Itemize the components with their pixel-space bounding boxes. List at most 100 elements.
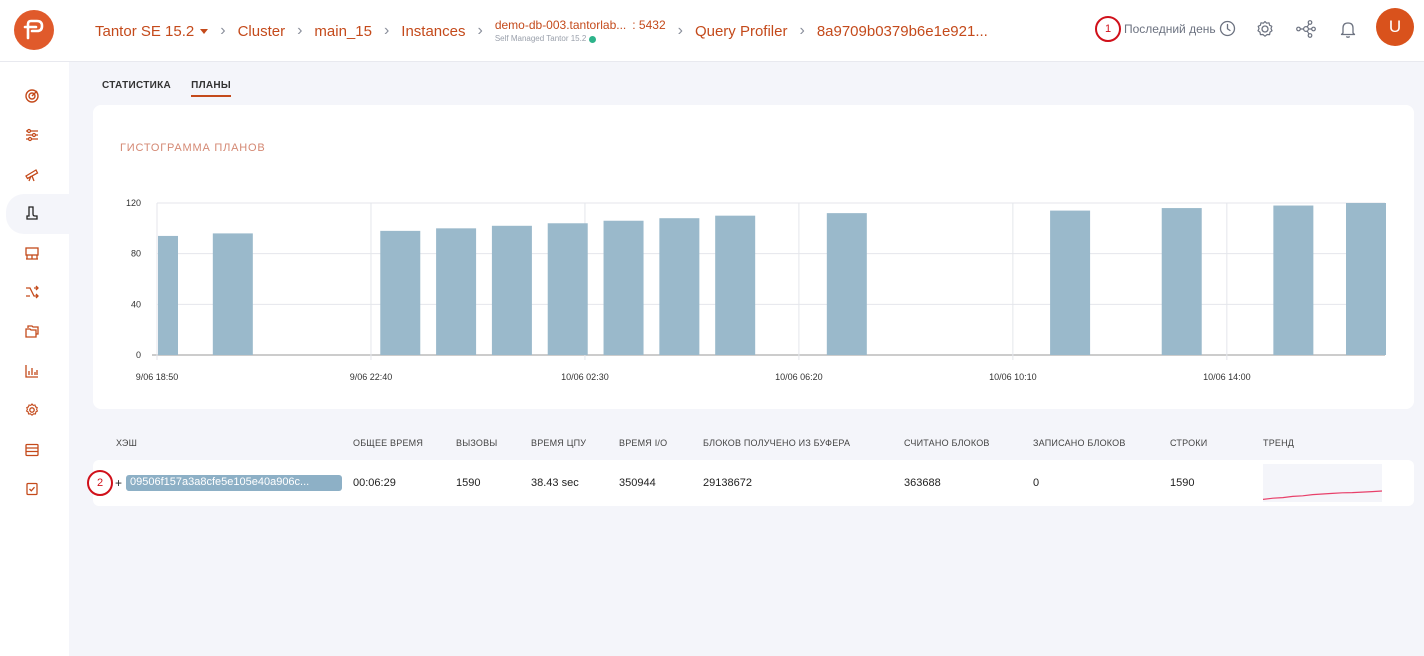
column-header-cpu-time[interactable]: ВРЕМЯ ЦПУ (531, 438, 586, 448)
tab-bar: СТАТИСТИКА ПЛАНЫ (102, 80, 232, 97)
annotation-marker-1: 1 (1095, 16, 1121, 42)
checklist-icon (26, 482, 38, 496)
x-tick-label: 10/06 06:20 (775, 372, 823, 382)
chevron-right-icon: › (677, 22, 683, 39)
breadcrumb-query-id: 8a9709b0379b6e1e921... (816, 22, 988, 40)
tab-statistics[interactable]: СТАТИСТИКА (102, 80, 171, 97)
chevron-right-icon: › (477, 22, 483, 39)
cell-blocks-read: 363688 (904, 477, 941, 489)
column-header-total-time[interactable]: ОБЩЕЕ ВРЕМЯ (353, 438, 423, 448)
column-header-buffer-hits[interactable]: БЛОКОВ ПОЛУЧЕНО ИЗ БУФЕРА (703, 438, 850, 448)
chevron-right-icon: › (383, 22, 390, 39)
cell-calls: 1590 (456, 477, 481, 489)
sidebar-item-analytics[interactable] (18, 357, 46, 385)
sidebar-item-config[interactable] (18, 396, 46, 424)
column-header-calls[interactable]: ВЫЗОВЫ (456, 438, 497, 448)
instance-port: : 5432 (632, 18, 666, 32)
sliders-icon (26, 128, 38, 142)
cell-rows: 1590 (1170, 477, 1195, 489)
sidebar (0, 62, 69, 656)
chevron-right-icon: › (297, 22, 303, 39)
sidebar-item-explorer[interactable] (18, 160, 46, 188)
plans-histogram-card: ГИСТОГРАММА ПЛАНОВ 0 40 80 120 9/06 18:50 9/0… (93, 105, 1414, 409)
sidebar-item-query-profiler[interactable] (18, 199, 46, 227)
x-tick-label: 10/06 10:10 (989, 372, 1037, 382)
x-tick-label: 10/06 14:00 (1203, 372, 1251, 382)
cell-cpu-time: 38.43 sec (531, 477, 579, 489)
plans-histogram-chart: 0 40 80 120 9/06 18:50 9/06 22:40 10/06 02:30 1… (126, 198, 1386, 382)
table-row[interactable]: 2 + 09506f157a3a8cfe5e105e40a906c... 00:… (87, 460, 1414, 506)
breadcrumb-db[interactable]: main_15 (314, 23, 372, 40)
histogram-bar (158, 235, 178, 355)
inventory-icon (25, 247, 39, 260)
period-selector[interactable]: Последний день (1124, 20, 1236, 37)
y-tick-label: 80 (131, 249, 141, 259)
cell-buffer-hits: 29138672 (703, 477, 752, 489)
x-tick-label: 10/06 02:30 (561, 372, 609, 382)
x-tick-label: 9/06 18:50 (136, 372, 179, 382)
period-label: Последний день (1124, 21, 1216, 36)
y-tick-label: 40 (131, 299, 141, 309)
y-tick-label: 0 (136, 350, 141, 360)
tab-plans[interactable]: ПЛАНЫ (191, 80, 232, 97)
sidebar-item-shuffle[interactable] (18, 278, 46, 306)
breadcrumb-instances[interactable]: Instances (401, 23, 465, 40)
chevron-right-icon: › (799, 22, 805, 39)
histogram-bar (212, 233, 253, 355)
top-header: Tantor SE 15.2 › Cluster › main_15 › Ins… (0, 0, 1424, 62)
bell-icon[interactable] (1337, 18, 1359, 40)
trend-sparkline (1263, 464, 1382, 502)
histogram-bar (826, 213, 867, 355)
chevron-down-icon (200, 29, 209, 35)
x-tick-label: 9/06 22:40 (350, 372, 393, 382)
sidebar-item-inventory[interactable] (18, 239, 46, 267)
histogram-bar (1161, 208, 1202, 355)
instance-subtitle: Self Managed Tantor 15.2 (494, 34, 587, 43)
sidebar-item-tasks[interactable] (18, 475, 46, 503)
breadcrumb-product[interactable]: Tantor SE 15.2 (95, 22, 209, 40)
table-header: ХЭШ ОБЩЕЕ ВРЕМЯ ВЫЗОВЫ ВРЕМЯ ЦПУ ВРЕМЯ I… (93, 438, 1414, 452)
sidebar-item-settings[interactable] (18, 121, 46, 149)
histogram-bar (380, 230, 421, 355)
settings-icon[interactable] (1254, 18, 1276, 40)
histogram-bar (491, 225, 532, 355)
column-header-blocks-written[interactable]: ЗАПИСАНО БЛОКОВ (1033, 438, 1126, 448)
breadcrumb-tool[interactable]: Query Profiler (695, 23, 788, 40)
cell-total-time: 00:06:29 (353, 477, 396, 489)
breadcrumb-instance[interactable]: demo-db-003.tantorlab... : 5432 Self Man… (495, 19, 666, 43)
column-header-blocks-read[interactable]: СЧИТАНО БЛОКОВ (904, 438, 990, 448)
histogram-bar (603, 220, 644, 355)
column-header-trend[interactable]: ТРЕНД (1263, 438, 1294, 448)
plan-hash[interactable]: 09506f157a3a8cfe5e105e40a906c... (126, 475, 342, 491)
histogram-bar (1273, 205, 1314, 355)
dashboard-icon (25, 89, 39, 103)
instance-name: demo-db-003.tantorlab... (494, 18, 627, 32)
column-header-io-time[interactable]: ВРЕМЯ I/O (619, 438, 667, 448)
histogram-bar (659, 218, 700, 355)
sidebar-item-dashboard[interactable] (18, 82, 46, 110)
sidebar-item-folders[interactable] (18, 317, 46, 345)
breadcrumb: Tantor SE 15.2 › Cluster › main_15 › Ins… (95, 14, 988, 48)
y-tick-label: 120 (126, 198, 141, 208)
histogram-bar (1346, 203, 1386, 355)
expand-row-button[interactable]: + (115, 476, 122, 490)
annotation-marker-2: 2 (87, 470, 113, 496)
avatar[interactable]: U (1376, 8, 1414, 46)
cell-blocks-written: 0 (1033, 477, 1040, 489)
sidebar-item-storage[interactable] (18, 436, 46, 464)
check-circle-icon (589, 35, 597, 43)
histogram-bar (547, 223, 588, 355)
profiler-icon (26, 206, 38, 220)
column-header-hash[interactable]: ХЭШ (116, 438, 137, 448)
topology-icon[interactable] (1295, 18, 1317, 40)
column-header-rows[interactable]: СТРОКИ (1170, 438, 1207, 448)
histogram-bar (436, 228, 477, 355)
shuffle-icon (26, 285, 39, 299)
breadcrumb-product-label: Tantor SE 15.2 (95, 22, 195, 40)
database-list-icon (25, 443, 39, 457)
bar-chart-icon (25, 365, 38, 378)
clock-icon (1219, 20, 1235, 37)
tantor-logo[interactable] (14, 10, 54, 50)
cell-io-time: 350944 (619, 477, 656, 489)
breadcrumb-cluster[interactable]: Cluster (238, 23, 286, 40)
